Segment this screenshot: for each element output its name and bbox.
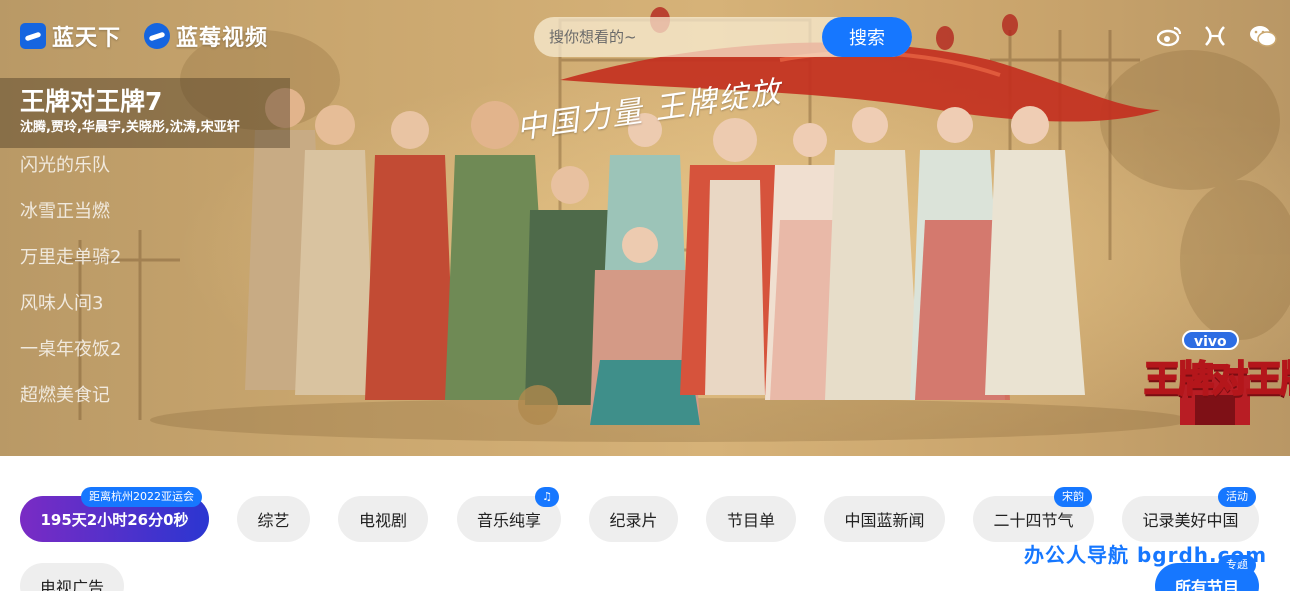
search-input[interactable] (534, 17, 822, 57)
hero-illustration (60, 7, 1290, 442)
category-schedule[interactable]: 节目单 (706, 496, 796, 542)
show-logo-badge: vivo 王牌对王牌 (1140, 330, 1290, 426)
activity-tag: 活动 (1218, 487, 1256, 507)
show-list-item[interactable]: 一桌年夜饭2 (20, 337, 121, 383)
song-yun-tag: 宋韵 (1054, 487, 1092, 507)
logo-secondary-text: 蓝莓视频 (176, 26, 269, 51)
lantianxia-logo-icon (20, 23, 46, 49)
category-tv-series[interactable]: 电视剧 (338, 496, 428, 542)
active-show-title[interactable]: 王牌对王牌7 (20, 86, 290, 118)
search-button[interactable]: 搜索 (822, 17, 912, 57)
category-variety[interactable]: 综艺 (237, 496, 310, 542)
show-list-item[interactable]: 风味人间3 (20, 291, 121, 337)
logo-lantianxia[interactable]: 蓝天下 (20, 20, 121, 52)
category-tv-ads[interactable]: 电视广告 (20, 563, 124, 591)
active-show-cast: 沈腾,贾玲,华晨宇,关晓彤,沈涛,宋亚轩 (20, 120, 240, 135)
lanmei-logo-icon (144, 23, 170, 49)
show-list: 闪光的乐队 冰雪正当燃 万里走单骑2 风味人间3 一桌年夜饭2 超燃美食记 (20, 153, 121, 429)
countdown-tag: 距离杭州2022亚运会 (81, 487, 202, 507)
category-nav: 195天2小时26分0秒 距离杭州2022亚运会 综艺 电视剧 音乐纯享 ♫ 纪… (0, 456, 1290, 591)
sponsor-logo: vivo (1182, 330, 1239, 350)
wechat-icon[interactable] (1248, 22, 1278, 50)
show-logo-text: 王牌对王牌 (1143, 358, 1290, 401)
weibo-icon[interactable] (1155, 22, 1185, 50)
logo-lanmei-video[interactable]: 蓝莓视频 (144, 20, 268, 52)
category-documentary[interactable]: 纪录片 (589, 496, 678, 542)
category-china-blue-news[interactable]: 中国蓝新闻 (824, 496, 945, 542)
x-icon[interactable] (1200, 22, 1230, 50)
logo-primary-text: 蓝天下 (52, 26, 122, 51)
search-bar: 搜索 (534, 17, 912, 57)
hero-banner[interactable]: 蓝天下 蓝莓视频 搜索 王牌对王牌7 沈腾,贾玲,华晨宇,关晓彤,沈涛,宋亚轩 … (0, 0, 1290, 456)
site-watermark: 办公人导航 bgrdh.com (1024, 543, 1268, 567)
show-list-item[interactable]: 闪光的乐队 (20, 153, 121, 199)
countdown-text: 195天2小时26分0秒 (40, 510, 189, 529)
show-list-item[interactable]: 冰雪正当燃 (20, 199, 121, 245)
active-show-panel[interactable]: 王牌对王牌7 沈腾,贾玲,华晨宇,关晓彤,沈涛,宋亚轩 (0, 78, 290, 148)
music-note-icon: ♫ (535, 487, 559, 507)
show-list-item[interactable]: 超燃美食记 (20, 383, 121, 429)
show-list-item[interactable]: 万里走单骑2 (20, 245, 121, 291)
